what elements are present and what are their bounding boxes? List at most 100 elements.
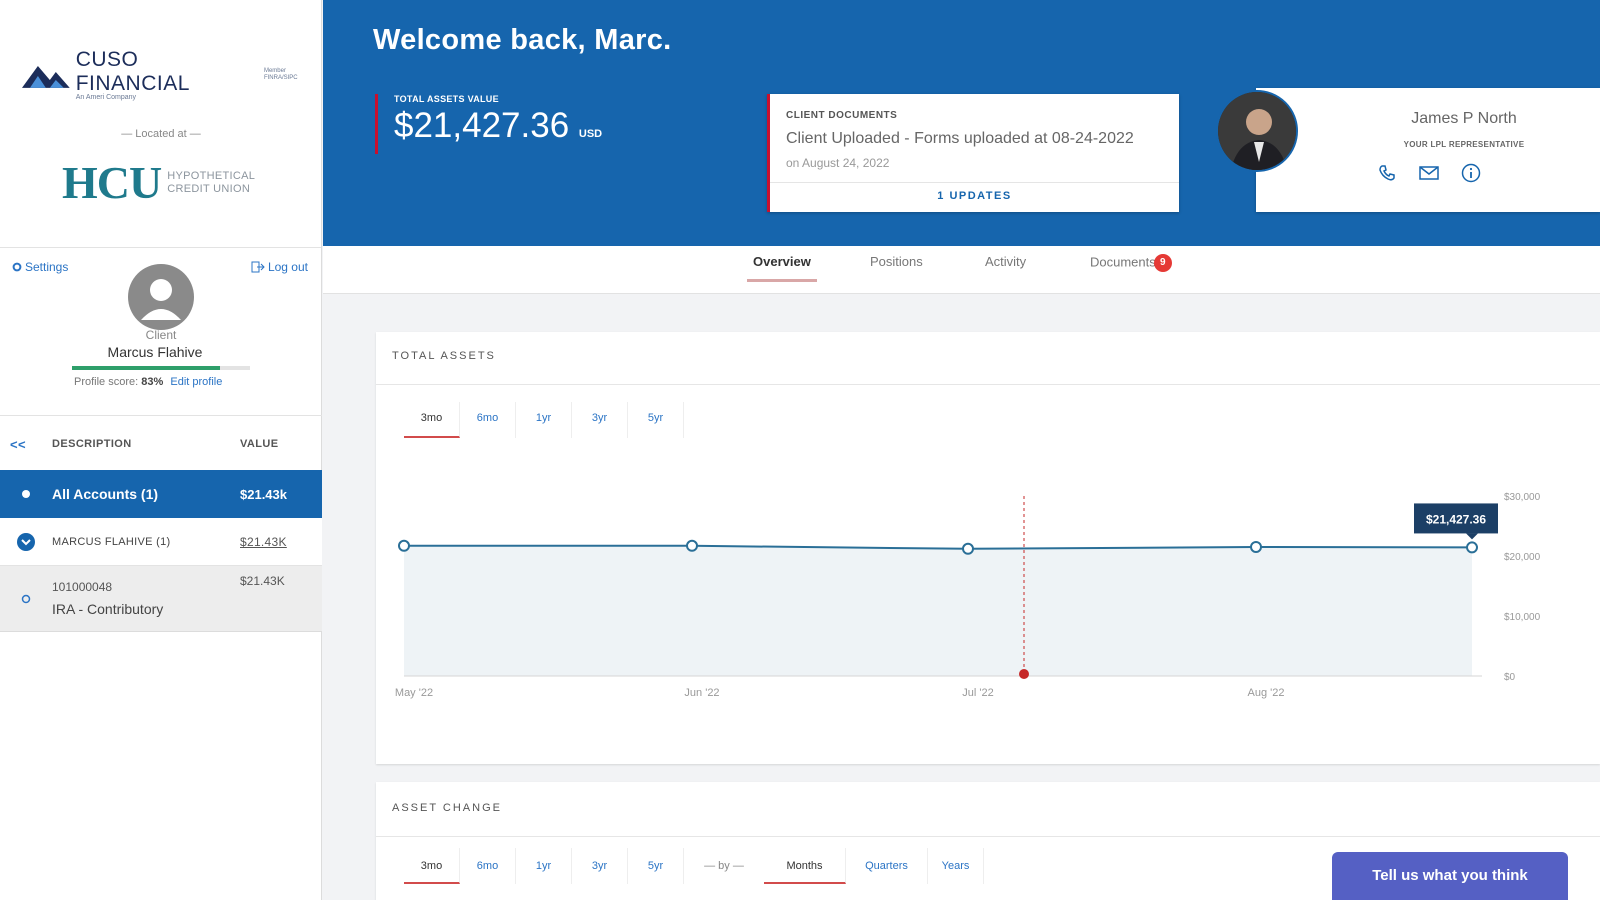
accounts-header: << DESCRIPTION VALUE bbox=[0, 418, 322, 470]
hcu-logo: HCU HYPOTHETICAL CREDIT UNION bbox=[62, 156, 255, 209]
asset-change-title: ASSET CHANGE bbox=[392, 802, 502, 814]
edit-profile-link[interactable]: Edit profile bbox=[170, 376, 222, 388]
gear-icon bbox=[12, 262, 22, 272]
asset-change-tabs: 3mo 6mo 1yr 3yr 5yr — by — Months Quarte… bbox=[404, 848, 984, 884]
sidebar: CUSO FINANCIAL An Ameri Company Member F… bbox=[0, 0, 322, 900]
account-description: MARCUS FLAHIVE (1) bbox=[52, 535, 171, 548]
total-assets-chart[interactable]: $21,427.36 May '22 Jun '22 Jul '22 Aug '22 $3… bbox=[376, 332, 1600, 764]
account-value: $21.43K bbox=[240, 574, 285, 588]
tab-label: Positions bbox=[870, 254, 923, 269]
change-range-6mo[interactable]: 6mo bbox=[460, 848, 516, 884]
chart-event-dot bbox=[1019, 669, 1029, 679]
total-assets-value: $21,427.36 bbox=[394, 106, 570, 145]
by-separator: — by — bbox=[704, 860, 744, 872]
divider bbox=[376, 836, 1600, 837]
account-row-all[interactable]: All Accounts (1) $21.43k bbox=[0, 470, 322, 518]
logout-label: Log out bbox=[267, 260, 308, 274]
cuso-financial-logo[interactable]: CUSO FINANCIAL An Ameri Company Member F… bbox=[20, 48, 321, 101]
user-avatar-icon bbox=[141, 279, 181, 320]
main-tabs: Overview Positions Activity Documents 9 bbox=[323, 246, 1600, 294]
representative-name: James P North bbox=[1411, 110, 1517, 127]
total-assets-card: TOTAL ASSETS 3mo 6mo 1yr 3yr 5yr $21,427… bbox=[376, 332, 1600, 764]
chart-x-tick-label: Aug '22 bbox=[1248, 687, 1285, 699]
client-documents-card[interactable]: CLIENT DOCUMENTS Client Uploaded - Forms… bbox=[767, 94, 1179, 212]
group-months[interactable]: Months bbox=[764, 848, 846, 884]
account-value: $21.43K bbox=[240, 534, 287, 549]
change-range-3mo[interactable]: 3mo bbox=[404, 848, 460, 884]
chart-x-tick-label: Jul '22 bbox=[962, 687, 993, 699]
avatar[interactable] bbox=[128, 264, 194, 330]
tab-positions[interactable]: Positions bbox=[864, 254, 929, 279]
phone-icon[interactable] bbox=[1376, 162, 1398, 184]
chart-x-tick-label: May '22 bbox=[395, 687, 433, 699]
representative-role: YOUR LPL REPRESENTATIVE bbox=[1403, 140, 1525, 149]
chart-y-tick-label: $0 bbox=[1504, 672, 1516, 683]
change-range-5yr[interactable]: 5yr bbox=[628, 848, 684, 884]
header-banner: Welcome back, Marc. TOTAL ASSETS VALUE $… bbox=[323, 0, 1600, 246]
brand-side: Member FINRA/SIPC bbox=[263, 67, 298, 81]
representative-photo bbox=[1216, 90, 1298, 172]
change-range-3yr[interactable]: 3yr bbox=[572, 848, 628, 884]
hcu-side-line2: CREDIT UNION bbox=[167, 182, 251, 195]
divider bbox=[770, 182, 1179, 183]
change-range-1yr[interactable]: 1yr bbox=[516, 848, 572, 884]
description-header[interactable]: DESCRIPTION bbox=[52, 438, 240, 450]
profile-score-label: Profile score: bbox=[74, 376, 139, 388]
currency-label: USD bbox=[578, 128, 603, 140]
documents-badge: 9 bbox=[1153, 254, 1172, 272]
account-row-marcus[interactable]: MARCUS FLAHIVE (1) $21.43K bbox=[0, 518, 322, 566]
group-quarters[interactable]: Quarters bbox=[846, 848, 928, 884]
settings-label: Settings bbox=[25, 260, 69, 274]
tab-overview[interactable]: Overview bbox=[747, 254, 817, 282]
total-assets-label: TOTAL ASSETS VALUE bbox=[394, 94, 499, 104]
collapse-sidebar-button[interactable]: << bbox=[10, 437, 52, 452]
profile-score-fill bbox=[72, 366, 220, 370]
group-years[interactable]: Years bbox=[928, 848, 984, 884]
chart-point bbox=[962, 542, 974, 555]
chart-point bbox=[1466, 541, 1478, 554]
info-icon[interactable] bbox=[1460, 162, 1482, 184]
account-row-ira[interactable]: 101000048 IRA - Contributory $21.43K bbox=[0, 566, 322, 632]
tab-label: Documents bbox=[1090, 254, 1156, 270]
chart-area bbox=[404, 545, 1472, 676]
account-value: $21.43k bbox=[240, 486, 287, 502]
chart-y-tick-label: $20,000 bbox=[1504, 552, 1541, 563]
logo-area: CUSO FINANCIAL An Ameri Company Member F… bbox=[0, 0, 321, 248]
account-number: 101000048 bbox=[52, 580, 113, 594]
tab-documents[interactable]: Documents 9 bbox=[1084, 254, 1178, 282]
client-documents-label: CLIENT DOCUMENTS bbox=[786, 110, 898, 121]
profile-score-value: 83% bbox=[141, 376, 164, 388]
representative-card: James P North YOUR LPL REPRESENTATIVE bbox=[1256, 88, 1600, 212]
profile-name: Marcus Flahive bbox=[107, 344, 203, 360]
located-at: — Located at — bbox=[121, 128, 201, 140]
welcome-title: Welcome back, Marc. bbox=[373, 24, 672, 56]
logout-link[interactable]: Log out bbox=[251, 260, 308, 274]
brand-name: CUSO FINANCIAL bbox=[75, 48, 190, 95]
chevron-down-icon bbox=[17, 532, 35, 551]
dot-icon bbox=[22, 490, 30, 498]
tab-label: Overview bbox=[753, 254, 811, 269]
tab-label: Activity bbox=[985, 254, 1027, 269]
settings-link[interactable]: Settings bbox=[12, 260, 68, 274]
cuso-mountain-icon bbox=[21, 65, 70, 88]
updates-link[interactable]: 1 UPDATES bbox=[770, 190, 1179, 202]
chart-tooltip-pointer bbox=[1466, 533, 1478, 540]
profile-score-bar bbox=[72, 366, 250, 370]
chart-y-tick-label: $30,000 bbox=[1504, 492, 1541, 503]
profile-panel: Settings Log out Client Marcus Flahive P… bbox=[0, 250, 322, 416]
feedback-button[interactable]: Tell us what you think bbox=[1332, 852, 1568, 900]
profile-score: Profile score: 83% Edit profile bbox=[74, 376, 222, 388]
chart-x-tick-label: Jun '22 bbox=[684, 687, 719, 699]
client-documents-date: on August 24, 2022 bbox=[786, 156, 890, 170]
mail-icon[interactable] bbox=[1418, 162, 1440, 184]
tab-activity[interactable]: Activity bbox=[979, 254, 1032, 279]
account-description: IRA - Contributory bbox=[52, 601, 164, 617]
chart-tooltip-text: $21,427.36 bbox=[1426, 512, 1486, 526]
chart-point bbox=[686, 539, 698, 552]
hcu-side-line1: HYPOTHETICAL bbox=[167, 169, 256, 182]
account-description: All Accounts (1) bbox=[52, 486, 159, 502]
radio-icon bbox=[21, 594, 31, 603]
value-header[interactable]: VALUE bbox=[240, 438, 278, 450]
hcu-text: HCU bbox=[62, 157, 162, 208]
logout-icon bbox=[251, 261, 265, 273]
